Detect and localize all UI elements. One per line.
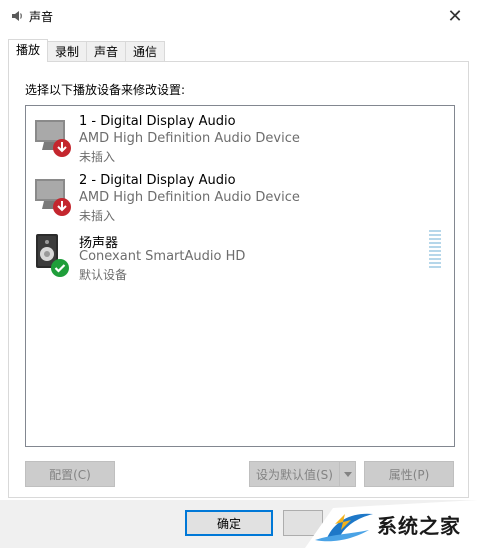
device-name: 1 - Digital Display Audio [79,114,236,129]
set-default-button[interactable]: 设为默认值(S) [249,461,340,487]
configure-button[interactable]: 配置(C) [25,461,115,487]
device-name: 2 - Digital Display Audio [79,173,236,188]
watermark-logo: 系统之家 [305,500,478,548]
close-button[interactable]: ✕ [432,0,478,32]
list-item[interactable]: 2 - Digital Display Audio AMD High Defin… [34,173,444,229]
device-status: 未插入 [79,150,116,164]
tab-recording[interactable]: 录制 [47,41,88,62]
monitor-unplugged-icon [35,120,71,157]
set-default-dropdown[interactable] [340,461,356,487]
speaker-default-icon [36,234,69,277]
chevron-down-icon [343,471,352,477]
speaker-icon [12,11,22,21]
tab-strip: 播放 录制 声音 通信 [8,39,166,62]
tab-sounds[interactable]: 声音 [86,41,127,62]
playback-panel: 选择以下播放设备来修改设置: 1 - Digital Display Audio… [8,61,469,498]
watermark-text: 系统之家 [377,514,461,538]
device-status: 未插入 [79,209,116,223]
volume-meter [429,230,441,268]
instruction-label: 选择以下播放设备来修改设置: [25,83,186,97]
properties-button[interactable]: 属性(P) [364,461,454,487]
device-list[interactable]: 1 - Digital Display Audio AMD High Defin… [25,105,455,447]
device-description: Conexant SmartAudio HD [79,249,246,264]
tab-playback[interactable]: 播放 [8,39,49,62]
ok-button[interactable]: 确定 [185,510,273,536]
list-item[interactable]: 扬声器 Conexant SmartAudio HD 默认设备 [34,232,444,288]
device-description: AMD High Definition Audio Device [79,190,300,205]
title-bar: 声音 ✕ [0,0,478,32]
tab-communications[interactable]: 通信 [125,41,166,62]
close-icon: ✕ [447,5,463,27]
window-title: 声音 [29,10,54,24]
list-item[interactable]: 1 - Digital Display Audio AMD High Defin… [34,114,444,170]
monitor-unplugged-icon [35,179,71,216]
device-status: 默认设备 [79,268,128,282]
device-description: AMD High Definition Audio Device [79,131,300,146]
